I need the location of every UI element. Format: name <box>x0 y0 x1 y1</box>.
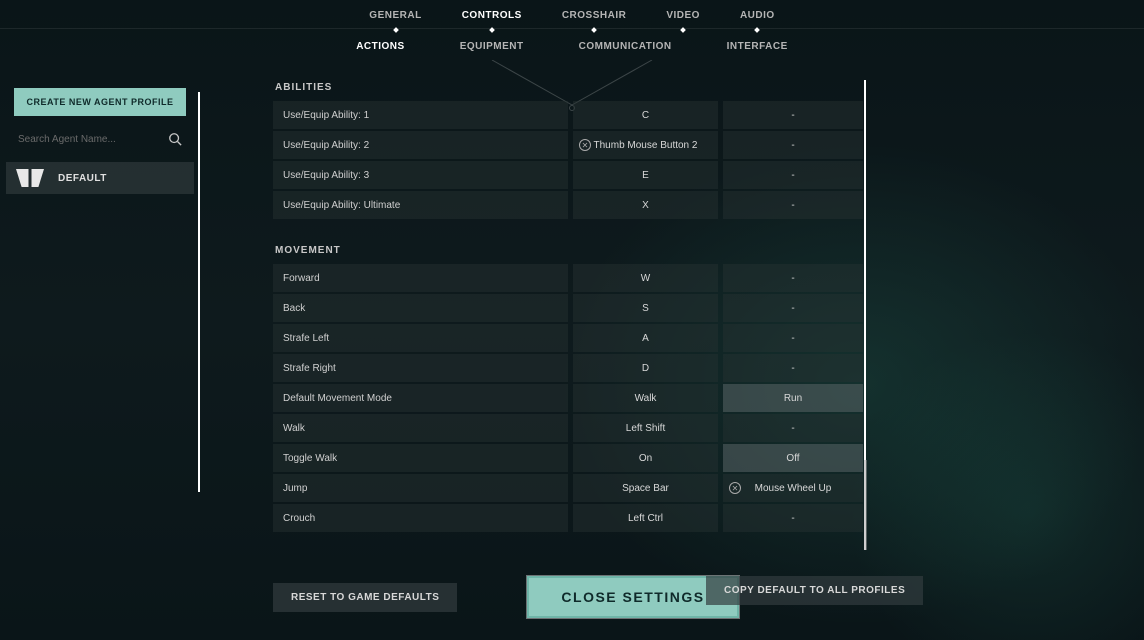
binding-row: WalkLeft Shift- <box>273 414 863 442</box>
binding-label: Jump <box>273 474 568 502</box>
search-icon[interactable] <box>168 132 182 146</box>
binding-secondary[interactable]: - <box>723 354 863 382</box>
binding-label: Walk <box>273 414 568 442</box>
binding-secondary[interactable]: - <box>723 191 863 219</box>
binding-row: BackS- <box>273 294 863 322</box>
binding-row: Use/Equip Ability: 2Thumb Mouse Button 2… <box>273 131 863 159</box>
binding-secondary[interactable]: - <box>723 101 863 129</box>
subnav-tab-actions[interactable]: ACTIONS <box>356 41 405 52</box>
sub-nav: ACTIONS EQUIPMENT COMMUNICATION INTERFACE <box>0 29 1144 58</box>
clear-binding-icon[interactable]: ✕ <box>579 139 591 151</box>
topnav-tab-audio[interactable]: AUDIO <box>740 6 775 25</box>
binding-secondary[interactable]: - <box>723 294 863 322</box>
section-header-abilities: ABILITIES <box>273 76 863 101</box>
binding-secondary[interactable]: Off <box>723 444 863 472</box>
binding-label: Use/Equip Ability: 3 <box>273 161 568 189</box>
binding-label: Forward <box>273 264 568 292</box>
topnav-tab-video[interactable]: VIDEO <box>666 6 700 25</box>
subnav-tab-communication[interactable]: COMMUNICATION <box>579 41 672 52</box>
binding-row: Toggle WalkOnOff <box>273 444 863 472</box>
binding-row: JumpSpace BarMouse Wheel Up✕ <box>273 474 863 502</box>
binding-row: Use/Equip Ability: 1C- <box>273 101 863 129</box>
binding-label: Use/Equip Ability: 2 <box>273 131 568 159</box>
binding-secondary[interactable]: Run <box>723 384 863 412</box>
binding-row: Use/Equip Ability: 3E- <box>273 161 863 189</box>
binding-secondary[interactable]: - <box>723 161 863 189</box>
clear-binding-icon[interactable]: ✕ <box>729 482 741 494</box>
profile-label: DEFAULT <box>58 173 107 184</box>
reset-defaults-button[interactable]: RESET TO GAME DEFAULTS <box>273 583 457 612</box>
binding-primary[interactable]: W <box>573 264 718 292</box>
binding-primary[interactable]: X <box>573 191 718 219</box>
binding-primary[interactable]: Left Shift <box>573 414 718 442</box>
binding-label: Crouch <box>273 504 568 532</box>
binding-row: Use/Equip Ability: UltimateX- <box>273 191 863 219</box>
section-header-movement: MOVEMENT <box>273 239 863 264</box>
agent-search-input[interactable] <box>18 134 160 145</box>
binding-label: Use/Equip Ability: Ultimate <box>273 191 568 219</box>
binding-row: Default Movement ModeWalkRun <box>273 384 863 412</box>
profile-item-default[interactable]: DEFAULT <box>6 162 194 194</box>
topnav-tab-controls[interactable]: CONTROLS <box>462 6 522 25</box>
binding-secondary[interactable]: - <box>723 414 863 442</box>
subnav-tab-equipment[interactable]: EQUIPMENT <box>460 41 524 52</box>
binding-primary[interactable]: S <box>573 294 718 322</box>
binding-label: Default Movement Mode <box>273 384 568 412</box>
binding-primary[interactable]: Space Bar <box>573 474 718 502</box>
sidebar: CREATE NEW AGENT PROFILE DEFAULT <box>0 82 200 194</box>
binding-label: Back <box>273 294 568 322</box>
topnav-tab-crosshair[interactable]: CROSSHAIR <box>562 6 627 25</box>
binding-primary[interactable]: A <box>573 324 718 352</box>
binding-primary[interactable]: E <box>573 161 718 189</box>
binding-label: Toggle Walk <box>273 444 568 472</box>
section-gap <box>273 221 863 239</box>
binding-primary[interactable]: Walk <box>573 384 718 412</box>
binding-label: Use/Equip Ability: 1 <box>273 101 568 129</box>
copy-to-all-profiles-button[interactable]: COPY DEFAULT TO ALL PROFILES <box>706 576 923 605</box>
binding-secondary[interactable]: - <box>723 324 863 352</box>
binding-primary[interactable]: Left Ctrl <box>573 504 718 532</box>
binding-row: CrouchLeft Ctrl- <box>273 504 863 532</box>
binding-row: Strafe RightD- <box>273 354 863 382</box>
binding-row: ForwardW- <box>273 264 863 292</box>
sidebar-scrollbar[interactable] <box>198 92 200 492</box>
binding-primary[interactable]: D <box>573 354 718 382</box>
binding-secondary[interactable]: - <box>723 131 863 159</box>
binding-primary[interactable]: C <box>573 101 718 129</box>
binding-label: Strafe Left <box>273 324 568 352</box>
binding-row: Strafe LeftA- <box>273 324 863 352</box>
binding-secondary[interactable]: Mouse Wheel Up✕ <box>723 474 863 502</box>
game-logo-icon <box>16 169 44 187</box>
binding-primary[interactable]: Thumb Mouse Button 2✕ <box>573 131 718 159</box>
search-row <box>0 126 200 152</box>
topnav-tab-general[interactable]: GENERAL <box>369 6 421 25</box>
create-agent-profile-button[interactable]: CREATE NEW AGENT PROFILE <box>14 88 186 116</box>
binding-secondary[interactable]: - <box>723 504 863 532</box>
top-nav: GENERAL CONTROLS CROSSHAIR VIDEO AUDIO <box>0 0 1144 29</box>
binding-secondary[interactable]: - <box>723 264 863 292</box>
subnav-tab-interface[interactable]: INTERFACE <box>727 41 788 52</box>
settings-main: ABILITIESUse/Equip Ability: 1C-Use/Equip… <box>273 76 863 554</box>
binding-primary[interactable]: On <box>573 444 718 472</box>
binding-label: Strafe Right <box>273 354 568 382</box>
main-scrollbar-thumb[interactable] <box>864 460 867 550</box>
